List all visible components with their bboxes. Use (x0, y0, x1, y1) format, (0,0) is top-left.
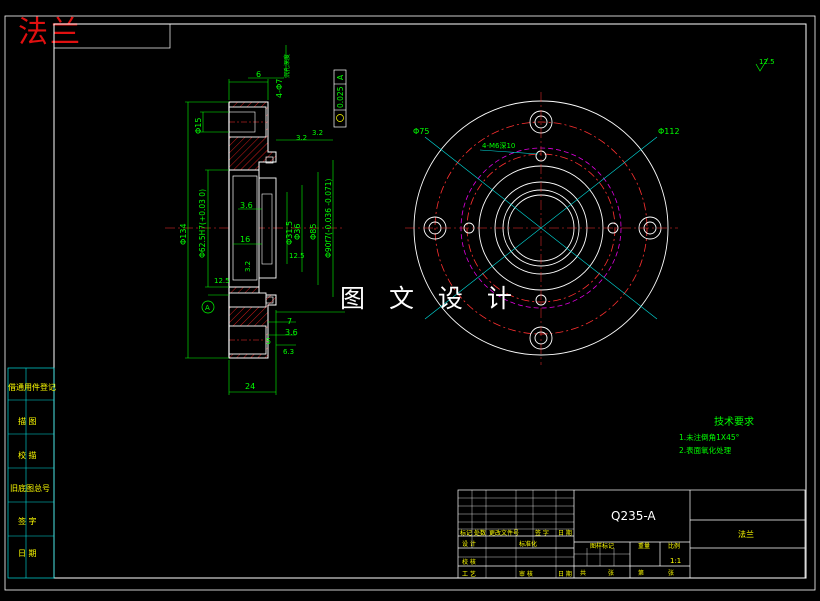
dim-w16: 16 (240, 235, 250, 244)
row-checker: 校 核 (462, 558, 476, 566)
sheet-label: 共 (580, 569, 586, 577)
left-strip-label: 借通用件登记 (8, 382, 56, 392)
dim-ang12-5b: 12.5 (289, 252, 305, 260)
dim-d112: Φ112 (658, 127, 680, 136)
flatness-value: 0.025 (336, 86, 345, 108)
dim-d75: Φ75 (413, 127, 429, 136)
left-strip-label: 旧底图总号 (10, 483, 50, 493)
rev-header: 更改文件号 (489, 529, 519, 537)
row-std: 标准化 (519, 540, 537, 548)
left-strip-label: 签 字 (18, 516, 37, 526)
dim-w5: 5 (266, 337, 271, 346)
row-date: 日 期 (558, 570, 572, 578)
part-name-label: 法兰 (738, 529, 754, 539)
dim-fit62: Φ62.5H7(+0.03 0) (198, 189, 207, 258)
row-approve: 审 核 (519, 570, 533, 578)
row-process: 工 艺 (462, 570, 476, 578)
tech-req-item: 1.未注倒角1X45° (679, 432, 740, 442)
dim-d134: Φ134 (179, 223, 188, 245)
dim-thread-note: 4-Φ7 (275, 79, 284, 98)
scale-label: 比例 (668, 542, 680, 550)
dim-d36: Φ36 (293, 224, 302, 240)
dim-ang12-5: 12.5 (214, 277, 230, 285)
stage-label: 图样标记 (590, 542, 614, 550)
row-designer: 设 计 (462, 540, 476, 548)
sheet-unit: 张 (608, 569, 614, 577)
dim-w7: 7 (287, 317, 292, 326)
dim-thread-m6: 4-M6深10 (482, 141, 515, 150)
title-corner-box (53, 23, 171, 49)
rev-header: 处数 (474, 529, 486, 537)
dim-ang3-2: 3.2 (296, 134, 307, 142)
flatness-datum: A (336, 74, 345, 80)
weight-label: 重量 (638, 542, 650, 550)
flatness-icon (336, 114, 344, 122)
dim-fit90: Φ90f7(-0.036 -0.071) (324, 178, 333, 258)
tech-req-heading: 技术要求 (714, 415, 754, 428)
tech-req-item: 2.表面氧化处理 (679, 445, 732, 455)
rev-header: 日 期 (558, 529, 572, 537)
dim-w3-6b: 3.6 (285, 328, 298, 337)
dim-w6: 6 (256, 70, 261, 79)
roughness-corner-value: 12.5 (759, 58, 775, 66)
rev-header: 标记 (460, 529, 472, 537)
material-label: Q235-A (611, 509, 656, 523)
dim-ang6-3: 6.3 (283, 348, 294, 356)
rev-header: 签 字 (535, 529, 549, 537)
left-strip-label: 校 描 (18, 450, 37, 460)
dim-ang3-2b: 3.2 (312, 129, 323, 137)
sheet-label-2: 第 (638, 569, 644, 577)
dim-d15: Φ15 (194, 118, 203, 134)
dim-ang3-2c: 3.2 (244, 261, 252, 272)
sheet-unit-2: 张 (668, 569, 674, 577)
scale-value: 1:1 (670, 557, 681, 565)
dim-w3-6a: 3.6 (240, 201, 253, 210)
dim-w24: 24 (245, 382, 255, 391)
left-strip-lines (8, 368, 54, 578)
dim-hole-note: 沉孔深度 (283, 54, 291, 78)
left-strip-label: 描 图 (18, 416, 37, 426)
watermark-text: 图 文 设 计 (340, 284, 520, 313)
datum-label: A (205, 304, 210, 312)
left-strip-frame (7, 367, 55, 579)
left-strip-label: 日 期 (18, 549, 37, 558)
dim-d85: Φ85 (309, 224, 318, 240)
plan-view (405, 92, 678, 365)
